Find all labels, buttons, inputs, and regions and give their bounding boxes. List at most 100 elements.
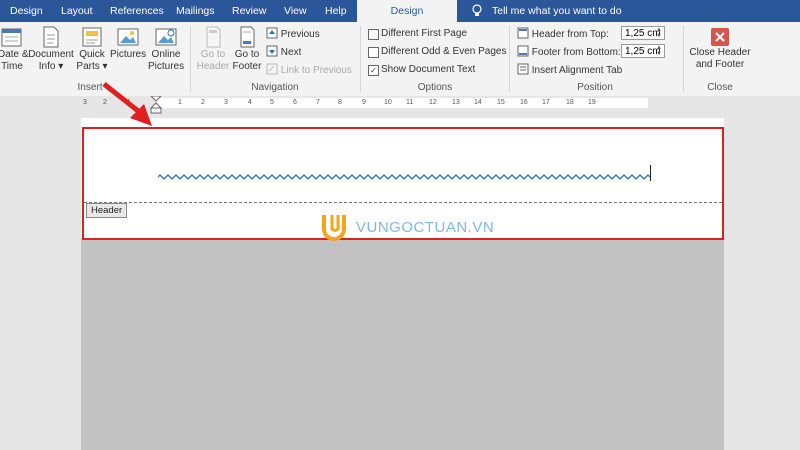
- tab-help[interactable]: Help: [325, 0, 347, 22]
- ruler-mark: 7: [316, 99, 320, 106]
- footer-from-bottom-label: Footer from Bottom:: [531, 47, 621, 58]
- go-to-header-button[interactable]: Go to Header: [196, 26, 230, 73]
- header-boundary-line: [84, 202, 722, 203]
- different-first-page-checkbox[interactable]: [368, 29, 379, 40]
- insert-alignment-tab-label: Insert Alignment Tab: [531, 65, 623, 76]
- show-document-text-label: Show Document Text: [381, 64, 476, 75]
- quick-parts-button[interactable]: Quick Parts ▾: [76, 26, 108, 73]
- tab-view[interactable]: View: [284, 0, 307, 22]
- ruler-mark: 5: [270, 99, 274, 106]
- ruler-mark: 15: [497, 99, 505, 106]
- ribbon-tab-bar: Design Layout References Mailings Review…: [0, 0, 800, 22]
- different-odd-even-checkbox[interactable]: [368, 47, 379, 58]
- date-time-button[interactable]: Date & Time: [0, 26, 29, 73]
- header-position-icon: [517, 27, 529, 39]
- date-time-label-2: Time: [1, 61, 23, 72]
- navigation-group-label: Navigation: [251, 82, 299, 93]
- online-pictures-button[interactable]: Online Pictures: [148, 26, 184, 73]
- close-label-1: Close Header: [689, 47, 751, 58]
- go-to-footer-label-2: Footer: [232, 61, 262, 72]
- show-document-text-checkbox[interactable]: ✓: [368, 65, 379, 76]
- lightbulb-icon: [472, 4, 482, 16]
- ruler-mark: 19: [588, 99, 596, 106]
- tell-me-text: Tell me what you want to do: [492, 5, 622, 17]
- ruler-mark: 14: [474, 99, 482, 106]
- ruler-mark: 10: [384, 99, 392, 106]
- document-info-label-1: Document: [28, 49, 74, 60]
- quick-parts-icon: [82, 27, 102, 47]
- different-first-page-option[interactable]: Different First Page: [368, 27, 467, 41]
- ruler-mark: 8: [338, 99, 342, 106]
- watermark-text: VUNGOCTUAN.VN: [356, 219, 495, 236]
- pictures-button[interactable]: Pictures: [110, 26, 146, 61]
- ruler-mark: 12: [429, 99, 437, 106]
- vungoctuan-logo-icon: [322, 215, 346, 241]
- text-cursor: [650, 165, 651, 181]
- previous-icon: [266, 27, 278, 39]
- document-info-label-2: Info ▾: [38, 61, 64, 72]
- different-odd-even-option[interactable]: Different Odd & Even Pages: [368, 45, 506, 59]
- ruler-mark: 13: [452, 99, 460, 106]
- online-picture-icon: [155, 28, 177, 46]
- ruler-mark: 18: [566, 99, 574, 106]
- ruler-mark: 3: [83, 99, 87, 106]
- annotation-arrow-icon: [102, 82, 152, 126]
- tab-review[interactable]: Review: [232, 0, 266, 22]
- quick-parts-label-1: Quick: [79, 49, 105, 60]
- go-to-footer-label-1: Go to: [234, 49, 260, 60]
- go-to-header-label-1: Go to: [200, 49, 226, 60]
- header-from-top-row: Header from Top:: [517, 27, 609, 41]
- spin-arrows-icon[interactable]: ▲ ▼: [655, 45, 663, 57]
- spelling-squiggle: [158, 174, 650, 180]
- ruler-mark: 16: [520, 99, 528, 106]
- footer-from-bottom-input[interactable]: 1,25 cm ▲ ▼: [621, 44, 665, 58]
- ruler-mark: 11: [406, 99, 414, 106]
- insert-alignment-tab-button[interactable]: Insert Alignment Tab: [517, 63, 622, 77]
- go-to-footer-icon: [240, 26, 255, 48]
- document-info-button[interactable]: Document Info ▾: [28, 26, 74, 73]
- header-from-top-input[interactable]: 1,25 cm ▲ ▼: [621, 26, 665, 40]
- ruler-mark: 9: [362, 99, 366, 106]
- alignment-tab-icon: [517, 63, 529, 75]
- close-group-label: Close: [707, 82, 733, 93]
- tab-design-doc[interactable]: Design: [10, 0, 43, 22]
- show-document-text-option[interactable]: ✓ Show Document Text: [368, 63, 475, 77]
- tab-header-footer-design[interactable]: Design: [357, 0, 457, 22]
- header-area[interactable]: Header VUNGOCTUAN.VN: [82, 127, 724, 241]
- tab-mailings[interactable]: Mailings: [176, 0, 215, 22]
- next-button[interactable]: Next: [266, 45, 301, 59]
- close-header-footer-button[interactable]: Close Header and Footer: [688, 28, 752, 71]
- close-icon: [711, 28, 729, 46]
- tab-references[interactable]: References: [110, 0, 164, 22]
- previous-label: Previous: [280, 29, 320, 40]
- next-label: Next: [280, 47, 302, 58]
- link-to-previous-button[interactable]: Link to Previous: [266, 63, 352, 77]
- date-time-label-1: Date &: [0, 49, 29, 60]
- position-group-label: Position: [577, 82, 613, 93]
- ruler-mark: 6: [293, 99, 297, 106]
- ruler-text-area: [156, 98, 648, 108]
- ruler-mark: 4: [248, 99, 252, 106]
- spin-arrows-icon[interactable]: ▲ ▼: [655, 27, 663, 39]
- go-to-header-icon: [206, 26, 221, 48]
- calendar-icon: [1, 28, 22, 47]
- document-icon: [43, 26, 59, 48]
- ruler-mark: 3: [224, 99, 228, 106]
- ruler-mark: 17: [542, 99, 550, 106]
- tab-layout[interactable]: Layout: [61, 0, 93, 22]
- ruler-mark: 1: [178, 99, 182, 106]
- header-tag: Header: [86, 203, 128, 218]
- document-body-dimmed[interactable]: [81, 238, 724, 450]
- tell-me-box[interactable]: Tell me what you want to do: [472, 0, 622, 22]
- pictures-label: Pictures: [110, 49, 147, 60]
- options-group-label: Options: [417, 82, 453, 93]
- group-divider: [360, 26, 361, 92]
- previous-button[interactable]: Previous: [266, 27, 320, 41]
- go-to-header-label-2: Header: [196, 61, 230, 72]
- go-to-footer-button[interactable]: Go to Footer: [231, 26, 263, 73]
- header-from-top-label: Header from Top:: [531, 29, 609, 40]
- next-icon: [266, 45, 278, 57]
- group-divider: [509, 26, 510, 92]
- different-odd-even-label: Different Odd & Even Pages: [381, 46, 507, 57]
- group-divider: [683, 26, 684, 92]
